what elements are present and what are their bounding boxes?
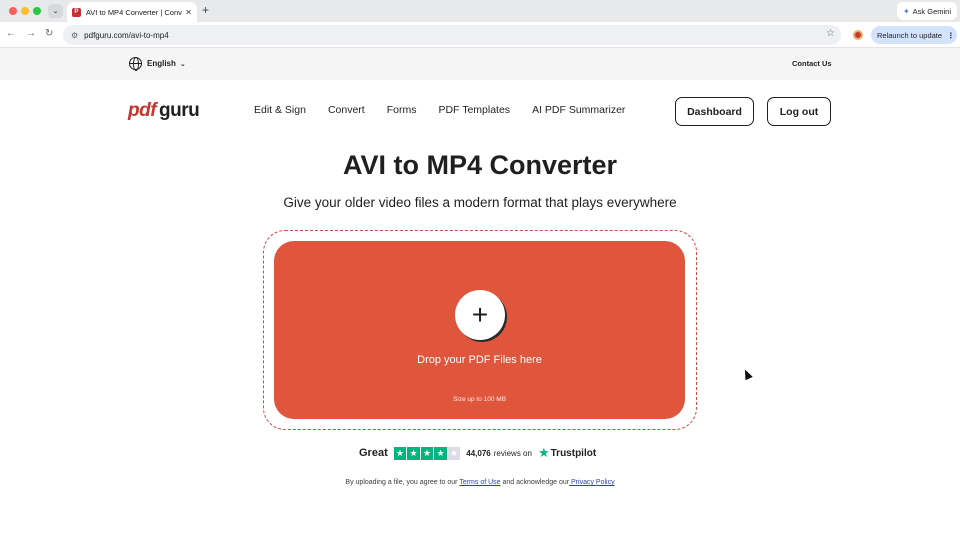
star-empty-icon: ★ xyxy=(447,446,461,460)
log-out-button[interactable]: Log out xyxy=(767,97,831,126)
tab-search-button[interactable]: ⌄ xyxy=(48,4,63,18)
star-filled-icon: ★ xyxy=(420,446,434,460)
address-bar[interactable]: ⚙ pdfguru.com/avi-to-mp4 ☆ xyxy=(63,25,841,45)
minimize-window-button[interactable] xyxy=(21,7,29,15)
consent-middle: and acknowledge our xyxy=(500,479,570,486)
star-filled-icon: ★ xyxy=(407,446,420,460)
ask-gemini-label: Ask Gemini xyxy=(912,6,952,16)
nav-edit-sign[interactable]: Edit & Sign xyxy=(254,104,306,116)
browser-toolbar: ← → ↻ ⚙ pdfguru.com/avi-to-mp4 ☆ xyxy=(0,22,960,48)
consent-prefix: By uploading a file, you agree to our xyxy=(345,479,460,486)
trustpilot-widget[interactable]: Great ★ ★ ★ ★ ★ 44,076 reviews on ★ Trus… xyxy=(359,445,596,461)
browser-tab-bar: ⌄ P AVI to MP4 Converter | Conve ✕ + ✦ A… xyxy=(0,0,960,22)
nav-ai-pdf-summarizer[interactable]: AI PDF Summarizer xyxy=(532,104,625,116)
url-text[interactable]: pdfguru.com/avi-to-mp4 xyxy=(84,31,168,40)
kebab-icon: ⋮ xyxy=(947,30,955,40)
contact-us-link[interactable]: Contact Us xyxy=(792,59,832,68)
star-filled-icon: ★ xyxy=(434,446,447,460)
site-top-strip: English ⌄ Contact Us xyxy=(0,48,960,80)
plus-icon: + xyxy=(471,299,489,330)
tab-title: AVI to MP4 Converter | Conve xyxy=(85,7,183,17)
globe-icon xyxy=(129,57,142,71)
trustpilot-star-icon: ★ xyxy=(537,445,550,460)
reload-icon[interactable]: ↻ xyxy=(45,28,53,39)
consent-text: By uploading a file, you agree to our Te… xyxy=(0,479,960,486)
close-window-button[interactable] xyxy=(9,7,17,15)
add-file-button[interactable]: + xyxy=(455,290,505,340)
extension-icon[interactable] xyxy=(853,30,863,40)
site-logo[interactable]: pdf guru xyxy=(128,100,200,122)
language-selector[interactable]: English ⌄ xyxy=(129,57,186,71)
gemini-sparkle-icon: ✦ xyxy=(902,6,910,16)
mouse-cursor xyxy=(741,367,753,381)
maximize-window-button[interactable] xyxy=(33,7,41,15)
logo-guru-text: guru xyxy=(159,100,200,121)
nav-convert[interactable]: Convert xyxy=(328,104,365,116)
size-limit-label: Size up to 100 MB xyxy=(452,396,507,403)
privacy-policy-link[interactable]: Privacy Policy xyxy=(569,479,615,486)
browser-tab-active[interactable]: P AVI to MP4 Converter | Conve ✕ xyxy=(67,2,197,22)
nav-pdf-templates[interactable]: PDF Templates xyxy=(438,104,510,116)
tune-icon[interactable]: ⚙ xyxy=(71,31,78,40)
star-icon[interactable]: ☆ xyxy=(826,28,835,39)
reviews-on-text: reviews on xyxy=(493,448,532,458)
page-title: AVI to MP4 Converter xyxy=(342,150,618,180)
ask-gemini-button[interactable]: ✦ Ask Gemini xyxy=(897,2,957,20)
chevron-down-icon: ⌄ xyxy=(179,60,186,68)
chevron-down-icon: ⌄ xyxy=(52,8,59,15)
drop-files-label: Drop your PDF Files here xyxy=(417,354,542,366)
main-navigation: Edit & Sign Convert Forms PDF Templates … xyxy=(254,104,625,116)
forward-icon[interactable]: → xyxy=(26,28,36,39)
back-icon[interactable]: ← xyxy=(6,28,16,39)
trustpilot-brand: Trustpilot xyxy=(550,447,597,459)
language-label: English xyxy=(147,59,176,68)
favicon: P xyxy=(72,7,81,17)
close-icon[interactable]: ✕ xyxy=(185,8,192,17)
star-filled-icon: ★ xyxy=(393,446,407,460)
relaunch-label: Relaunch to update xyxy=(877,30,943,40)
logo-pdf-text: pdf xyxy=(128,100,157,121)
nav-forms[interactable]: Forms xyxy=(387,104,417,116)
review-count: 44,076 xyxy=(466,448,491,458)
terms-of-use-link[interactable]: Terms of Use xyxy=(459,479,500,486)
rating-stars: ★ ★ ★ ★ ★ xyxy=(393,446,461,460)
page-subtitle: Give your older video files a modern for… xyxy=(283,195,677,210)
plus-icon[interactable]: + xyxy=(202,3,209,17)
rating-word: Great xyxy=(359,447,388,459)
dashboard-button[interactable]: Dashboard xyxy=(675,97,754,126)
relaunch-button[interactable]: Relaunch to update ⋮ xyxy=(871,26,957,44)
